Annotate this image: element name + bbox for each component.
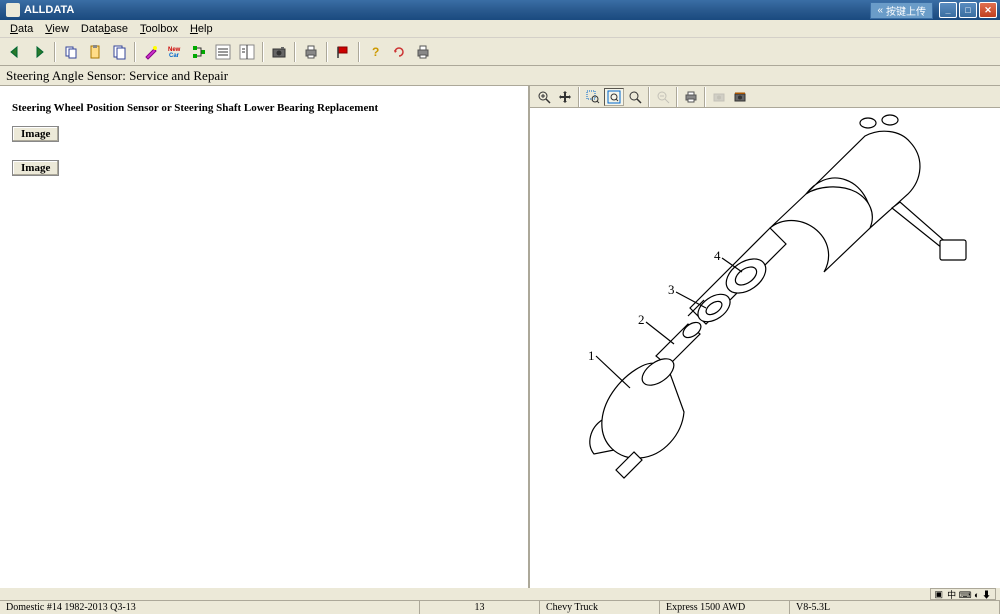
svg-text:?: ? xyxy=(372,45,379,59)
forward-button[interactable] xyxy=(28,41,50,63)
ime-tray[interactable]: ▣中 ⌨ ◐ ⬇ xyxy=(930,588,996,600)
zoom-fit-icon[interactable] xyxy=(604,88,624,106)
zoom-in-icon[interactable] xyxy=(534,88,554,106)
menu-bar: Data View Database Toolbox Help xyxy=(0,20,1000,38)
article-pane: Steering Wheel Position Sensor or Steeri… xyxy=(0,86,530,588)
app-icon xyxy=(6,3,20,17)
menu-data[interactable]: Data xyxy=(4,22,39,36)
diagram-label-4: 4 xyxy=(714,248,721,263)
status-bar: Domestic #14 1982-2013 Q3-13 13 Chevy Tr… xyxy=(0,600,1000,614)
window-controls: _ □ ✕ xyxy=(939,2,997,18)
menu-view[interactable]: View xyxy=(39,22,75,36)
main-toolbar: NewCar ? xyxy=(0,38,1000,66)
copy-doc-button[interactable] xyxy=(108,41,130,63)
print-image-icon[interactable] xyxy=(681,88,701,106)
status-page: 13 xyxy=(420,601,540,614)
diagram-label-3: 3 xyxy=(668,282,675,297)
list-view-button[interactable] xyxy=(212,41,234,63)
window-titlebar: ALLDATA 按键上传 _ □ ✕ xyxy=(0,0,1000,20)
close-button[interactable]: ✕ xyxy=(979,2,997,18)
zoom-out-icon[interactable] xyxy=(653,88,673,106)
minimize-button[interactable]: _ xyxy=(939,2,957,18)
article-title: Steering Wheel Position Sensor or Steeri… xyxy=(12,102,516,114)
diagram-viewport[interactable]: 1 2 3 4 xyxy=(530,108,1000,588)
status-model: Express 1500 AWD xyxy=(660,601,790,614)
new-car-button[interactable]: NewCar xyxy=(164,41,186,63)
maximize-button[interactable]: □ xyxy=(959,2,977,18)
menu-database[interactable]: Database xyxy=(75,22,134,36)
image-link-1[interactable]: Image xyxy=(12,126,59,142)
status-source: Domestic #14 1982-2013 Q3-13 xyxy=(0,601,420,614)
diagram-label-2: 2 xyxy=(638,312,645,327)
content-area: Steering Wheel Position Sensor or Steeri… xyxy=(0,86,1000,588)
menu-toolbox[interactable]: Toolbox xyxy=(134,22,184,36)
print2-button[interactable] xyxy=(412,41,434,63)
zoom-100-icon[interactable] xyxy=(625,88,645,106)
back-button[interactable] xyxy=(4,41,26,63)
paste-button[interactable] xyxy=(84,41,106,63)
info-tree-button[interactable] xyxy=(188,41,210,63)
image-pane: 1 2 3 4 xyxy=(530,86,1000,588)
image-toolbar xyxy=(530,86,1000,108)
camera-icon[interactable] xyxy=(709,88,729,106)
help-button[interactable]: ? xyxy=(364,41,386,63)
status-make: Chevy Truck xyxy=(540,601,660,614)
image-link-2[interactable]: Image xyxy=(12,160,59,176)
steering-column-diagram: 1 2 3 4 xyxy=(530,108,1000,568)
svg-text:Car: Car xyxy=(169,53,180,59)
print-button[interactable] xyxy=(300,41,322,63)
page-heading: Steering Angle Sensor: Service and Repai… xyxy=(0,66,1000,86)
refresh-button[interactable] xyxy=(388,41,410,63)
split-view-button[interactable] xyxy=(236,41,258,63)
camera-button[interactable] xyxy=(268,41,290,63)
window-title: ALLDATA xyxy=(24,4,870,16)
pan-icon[interactable] xyxy=(555,88,575,106)
copy-button[interactable] xyxy=(60,41,82,63)
upload-badge[interactable]: 按键上传 xyxy=(870,2,933,19)
menu-help[interactable]: Help xyxy=(184,22,219,36)
flag-button[interactable] xyxy=(332,41,354,63)
wizard-button[interactable] xyxy=(140,41,162,63)
status-engine: V8-5.3L xyxy=(790,601,1000,614)
zoom-area-icon[interactable] xyxy=(583,88,603,106)
diagram-label-1: 1 xyxy=(588,348,595,363)
film-icon[interactable] xyxy=(730,88,750,106)
